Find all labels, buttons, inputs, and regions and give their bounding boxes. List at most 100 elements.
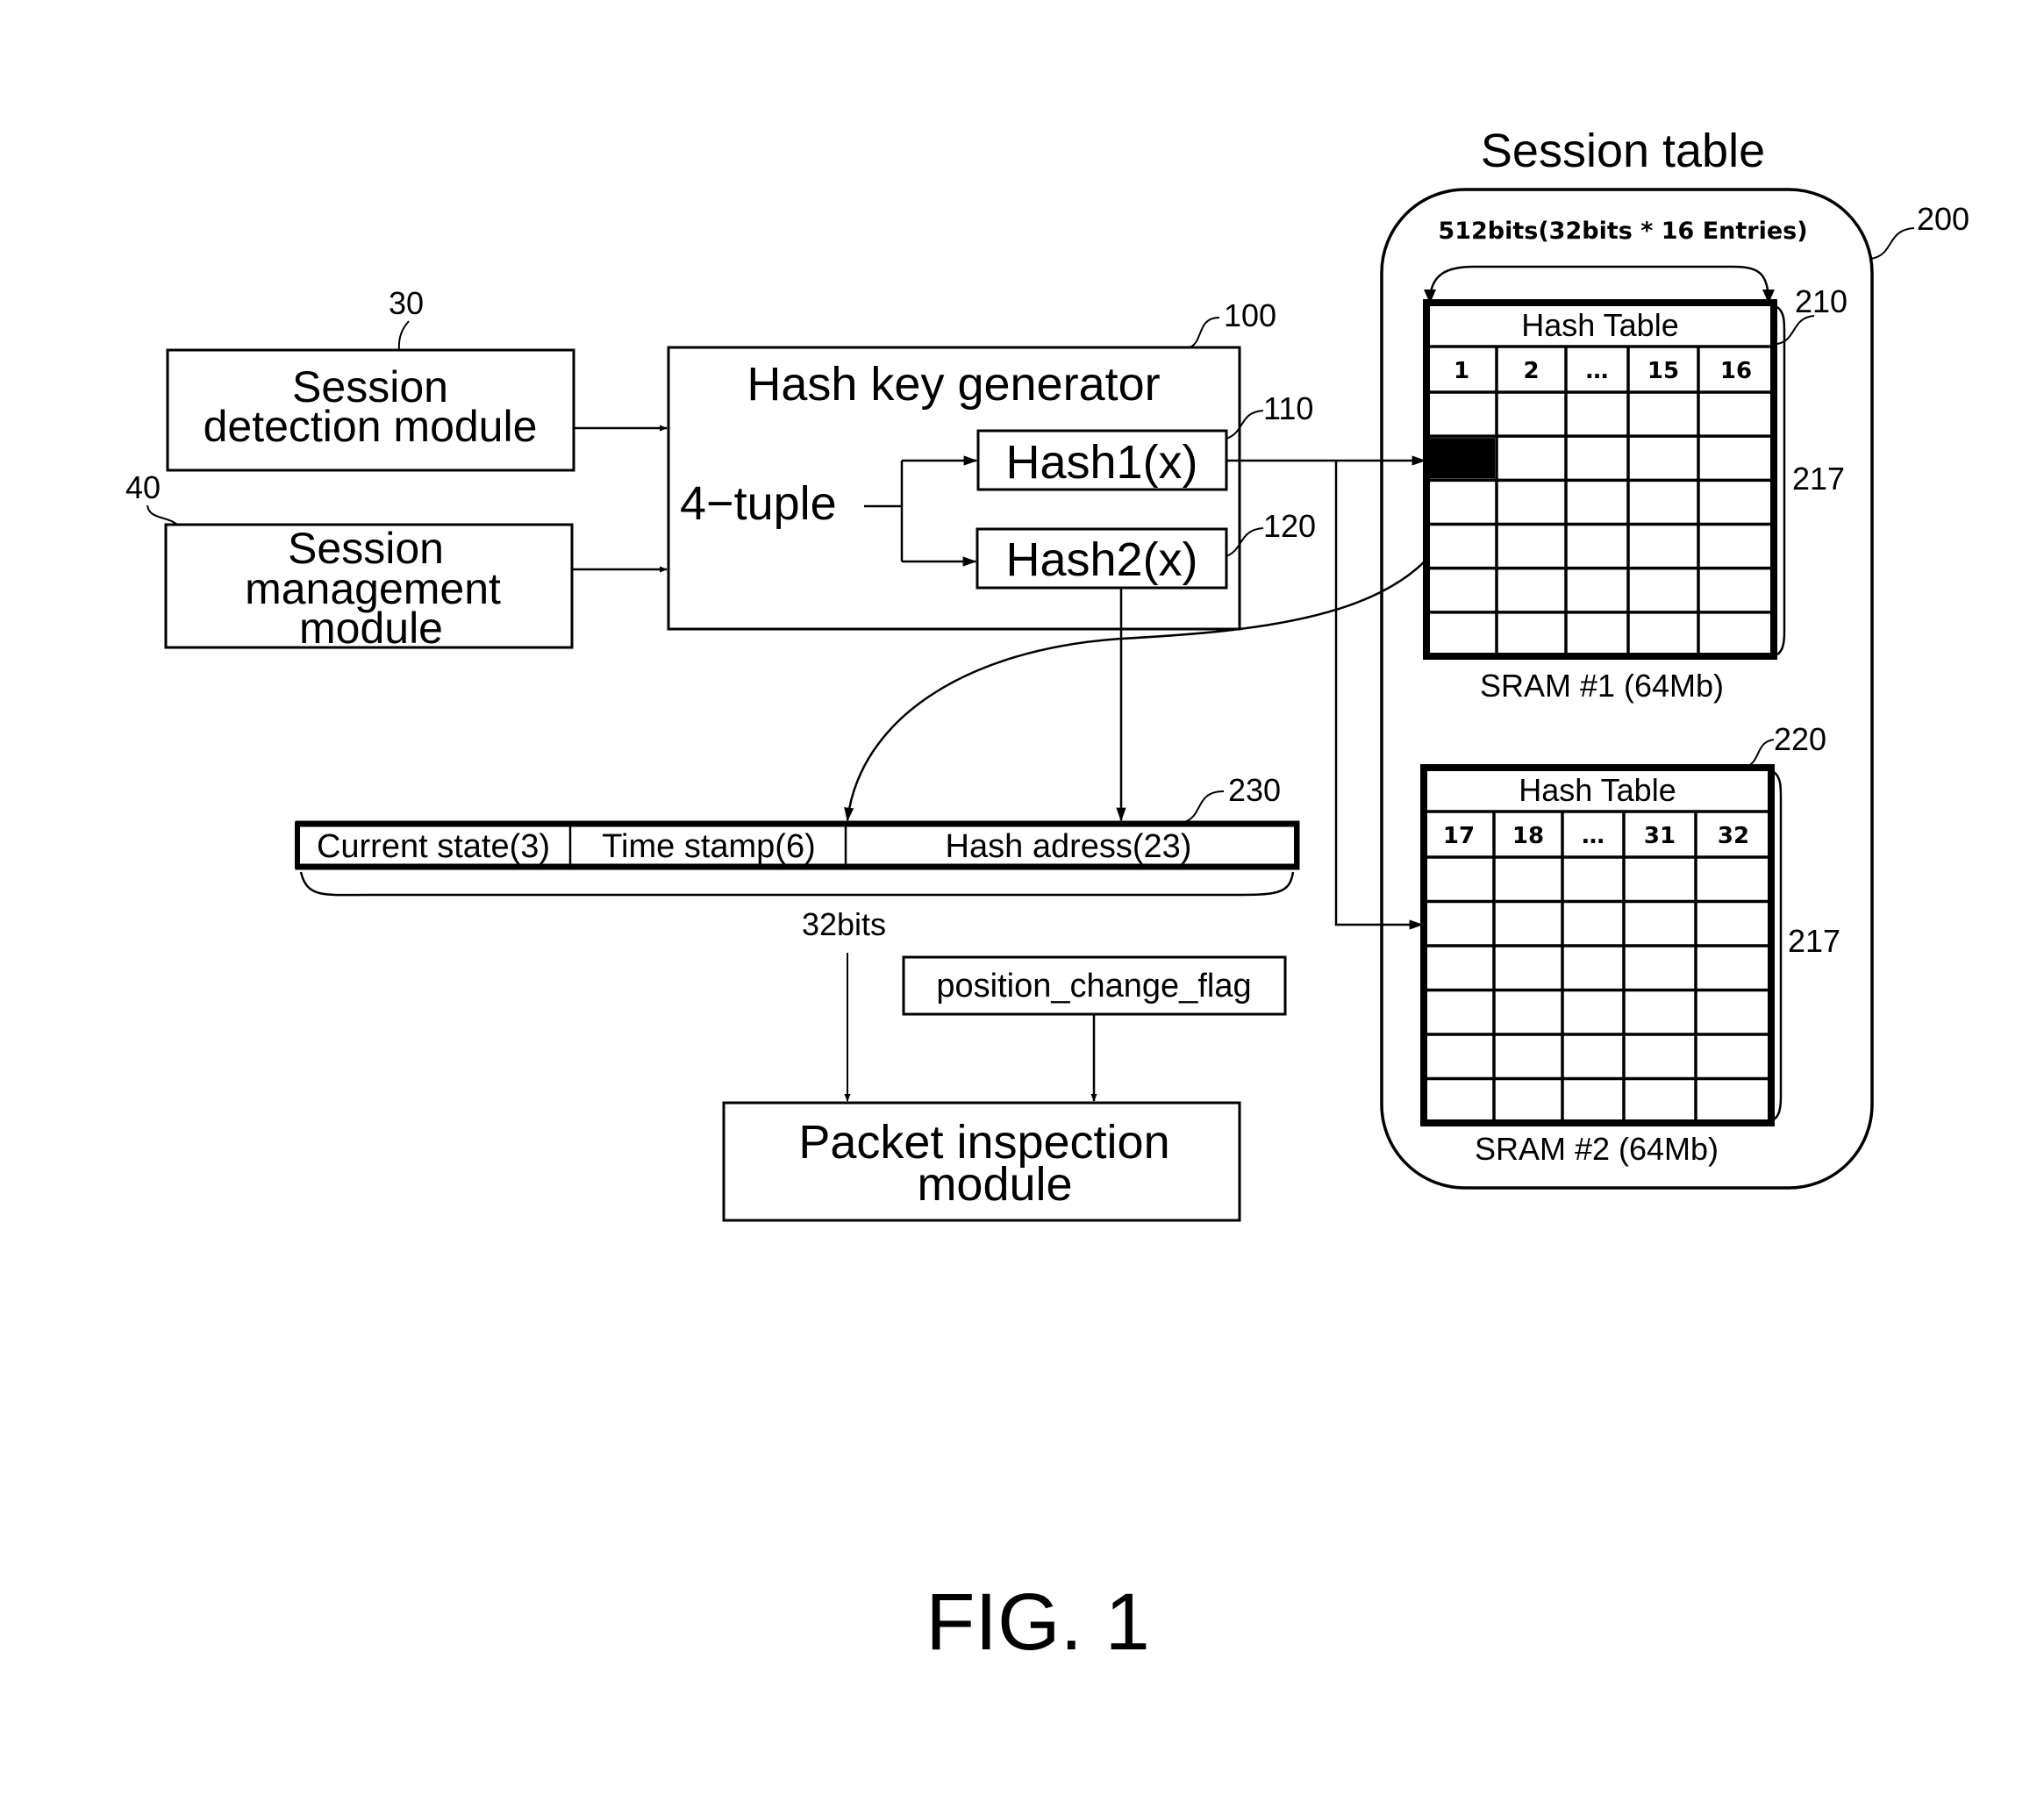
svg-text:100: 100 bbox=[1224, 297, 1276, 333]
hash-table-entry bbox=[1568, 526, 1626, 567]
record-field-current-state: Current state(3) bbox=[317, 828, 550, 865]
hash-table-column-header: 17 bbox=[1443, 823, 1475, 849]
hash-table-entry-selected bbox=[1428, 438, 1495, 479]
hash-table-entry bbox=[1568, 438, 1626, 478]
hash-table-entry bbox=[1630, 482, 1697, 522]
svg-text:230: 230 bbox=[1228, 772, 1281, 808]
width-brace bbox=[1428, 265, 1770, 299]
hash-table-entry bbox=[1564, 947, 1622, 989]
hash-table-title: Hash Table bbox=[1521, 307, 1678, 343]
hash-table-entry bbox=[1564, 1081, 1622, 1122]
hash-table-entry bbox=[1426, 859, 1492, 900]
hash-table-entry bbox=[1697, 1036, 1769, 1077]
hash-table-entry bbox=[1630, 614, 1697, 654]
hash-table-entry bbox=[1700, 570, 1772, 611]
session-table-width-label: 512bits(32bits * 16 Entries) bbox=[1438, 218, 1807, 245]
rows-label-table2: 217 bbox=[1788, 923, 1840, 959]
hash-table-entry bbox=[1564, 904, 1622, 945]
hash-table-entry bbox=[1426, 992, 1492, 1033]
hash-table-entry bbox=[1564, 859, 1622, 900]
sram2-caption: SRAM #2 (64Mb) bbox=[1475, 1131, 1719, 1167]
hash-table-entry bbox=[1498, 570, 1564, 611]
hash-table-entry bbox=[1626, 859, 1694, 900]
packet-inspection-line-2: module bbox=[917, 1158, 1072, 1211]
ref-210: 210 bbox=[1776, 283, 1847, 345]
hash-table-entry bbox=[1697, 992, 1769, 1033]
rows-label-table1: 217 bbox=[1792, 461, 1845, 497]
hash-table-entry bbox=[1498, 394, 1564, 434]
session-detection-module: Session detection module bbox=[166, 348, 575, 472]
svg-text:40: 40 bbox=[125, 469, 161, 505]
hash-table-entry bbox=[1426, 904, 1492, 945]
svg-text:Hash1(x): Hash1(x) bbox=[1005, 436, 1197, 489]
hash-table-entry bbox=[1498, 526, 1564, 567]
session-management-line-3: module bbox=[299, 604, 443, 653]
hash-table-column-header: 1 bbox=[1454, 358, 1469, 384]
ref-220: 220 bbox=[1743, 721, 1826, 769]
svg-text:200: 200 bbox=[1917, 201, 1969, 237]
hash-table-entry bbox=[1700, 482, 1772, 522]
hash-table-entry bbox=[1568, 482, 1626, 522]
hash-table-entry bbox=[1700, 614, 1772, 654]
hash-table-column-header: … bbox=[1582, 823, 1604, 849]
hash2-function: Hash2(x) bbox=[976, 527, 1228, 590]
session-table-title: Session table bbox=[1481, 125, 1765, 177]
ref-230: 230 bbox=[1183, 772, 1281, 823]
hash-table-title: Hash Table bbox=[1519, 772, 1676, 808]
hash-table-column-header: 16 bbox=[1720, 358, 1752, 384]
figure-caption: FIG. 1 bbox=[926, 1577, 1150, 1667]
ref-40: 40 bbox=[125, 469, 178, 526]
hash-table-column-header: 15 bbox=[1647, 358, 1679, 384]
hash1-function: Hash1(x) bbox=[976, 429, 1228, 491]
arrow-hash1-to-sram2 bbox=[1334, 461, 1424, 930]
hash-table-entry bbox=[1630, 570, 1697, 611]
hash-table-entry bbox=[1630, 394, 1697, 434]
hash-table-entry bbox=[1626, 992, 1694, 1033]
patent-figure: Session detection module 30 Session mana… bbox=[125, 125, 1969, 1667]
hash-table-entry bbox=[1568, 614, 1626, 654]
hash-table-entry bbox=[1626, 1036, 1694, 1077]
sram1-caption: SRAM #1 (64Mb) bbox=[1480, 668, 1724, 704]
ref-100: 100 bbox=[1189, 297, 1276, 348]
hash-table-entry bbox=[1496, 1081, 1561, 1122]
hash-table-entry bbox=[1697, 859, 1769, 900]
hash-table-entry bbox=[1498, 614, 1564, 654]
record-total-bits: 32bits bbox=[802, 906, 886, 942]
hash-table-entry bbox=[1700, 394, 1772, 434]
rows-brace-1: 217 bbox=[1776, 306, 1845, 656]
hash-table-entry bbox=[1564, 1036, 1622, 1077]
hash-table-entry bbox=[1428, 526, 1495, 567]
svg-text:120: 120 bbox=[1263, 508, 1316, 544]
hash-table-entry bbox=[1428, 394, 1495, 434]
record-field-hash-address: Hash adress(23) bbox=[946, 828, 1192, 865]
hash-table-entry bbox=[1496, 1036, 1561, 1077]
hash-table-sram2: Hash Table 17 18 … 31 32 bbox=[1420, 764, 1775, 1126]
hash-table-entry bbox=[1697, 1081, 1769, 1122]
session-record: Current state(3) Time stamp(6) Hash adre… bbox=[295, 820, 1300, 942]
svg-text:30: 30 bbox=[389, 285, 424, 321]
rows-brace-2: 217 bbox=[1773, 771, 1840, 1121]
record-width-brace bbox=[299, 871, 1295, 897]
hash-table-entry bbox=[1630, 438, 1697, 478]
hash-table-entry bbox=[1697, 904, 1769, 945]
hash-table-entry bbox=[1496, 947, 1561, 989]
hash-key-generator-title: Hash key generator bbox=[747, 358, 1160, 411]
hash-table-entry bbox=[1564, 992, 1622, 1033]
packet-inspection-module: Packet inspection module bbox=[722, 1101, 1241, 1222]
hash-table-entry bbox=[1428, 614, 1495, 654]
hash-table-entry bbox=[1426, 1081, 1492, 1122]
hash-table-entry bbox=[1700, 438, 1772, 478]
svg-text:220: 220 bbox=[1774, 721, 1826, 757]
svg-text:110: 110 bbox=[1263, 390, 1313, 426]
hash-table-entry bbox=[1700, 526, 1772, 567]
session-detection-line-2: detection module bbox=[204, 402, 538, 451]
hash-table-entry bbox=[1626, 1081, 1694, 1122]
hash-table-column-header: 32 bbox=[1718, 823, 1749, 849]
hash-table-column-header: 31 bbox=[1644, 823, 1676, 849]
hash-table-entry bbox=[1496, 904, 1561, 945]
hash-table-entry bbox=[1498, 438, 1564, 478]
hash-table-entry bbox=[1426, 947, 1492, 989]
svg-text:210: 210 bbox=[1795, 283, 1847, 319]
session-management-module: Session management module bbox=[164, 523, 574, 653]
hash-table-entry bbox=[1630, 526, 1697, 567]
